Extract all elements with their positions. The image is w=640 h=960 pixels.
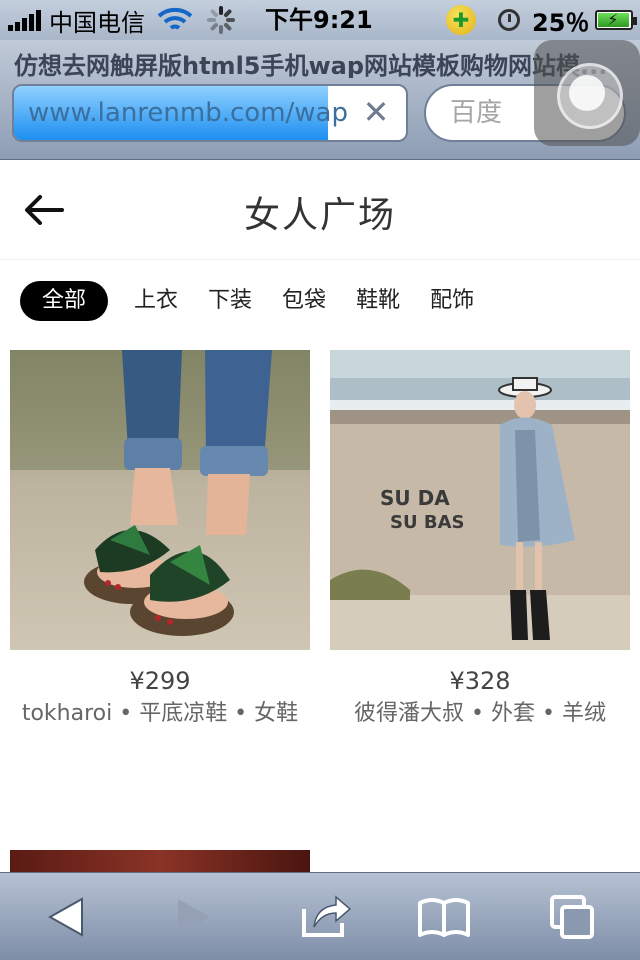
clear-url-icon[interactable]: ✕ [360, 96, 392, 128]
battery-percent: 25％ [532, 8, 590, 37]
tab-tops[interactable]: 上衣 [134, 281, 178, 321]
url-text[interactable]: www.lanrenmb.com/wap [28, 86, 358, 140]
product-price: ¥299 [129, 667, 191, 695]
product-price: ¥328 [449, 667, 511, 695]
bookmarks-icon[interactable] [416, 891, 472, 943]
loading-spinner-icon [207, 6, 235, 34]
carrier-name: 中国电信 [49, 8, 145, 37]
category-tabs: 全部 上衣 下装 包袋 鞋靴 配饰 [0, 262, 640, 340]
browser-page-title: 仿想去网触屏版html5手机wap网站模板购物网站模... [14, 52, 608, 78]
tab-all[interactable]: 全部 [20, 281, 109, 321]
share-icon[interactable] [298, 891, 354, 943]
browser-address-bar: 仿想去网触屏版html5手机wap网站模板购物网站模... www.lanren… [0, 40, 640, 160]
svg-text:SU BAS: SU BAS [390, 512, 464, 533]
forward-icon[interactable] [166, 891, 222, 943]
wifi-icon [157, 7, 193, 33]
product-image-coat[interactable]: SU DA SU BAS [330, 350, 630, 650]
back-icon[interactable] [42, 891, 98, 943]
browser-toolbar [0, 872, 640, 960]
product-card[interactable]: SU DA SU BAS ¥328 彼得潘大叔 • 外套 • 羊绒 [330, 350, 630, 730]
tab-shoes[interactable]: 鞋靴 [356, 281, 400, 321]
status-time: 下午9:21 [265, 6, 373, 34]
product-card[interactable] [10, 850, 310, 872]
360-safe-icon: ✚ [446, 5, 476, 35]
status-bar: 中国电信 下午9:21 ✚ 25％ ⚡ [0, 0, 640, 40]
page-header: 女人广场 [0, 160, 640, 260]
tab-bottoms[interactable]: 下装 [208, 281, 252, 321]
signal-icon [8, 9, 41, 31]
product-description: tokharoi • 平底凉鞋 • 女鞋 [21, 701, 299, 726]
tab-bags[interactable]: 包袋 [282, 281, 326, 321]
alarm-clock-icon [498, 9, 520, 31]
product-image-partial[interactable] [10, 850, 310, 872]
product-description: 彼得潘大叔 • 外套 • 羊绒 [354, 701, 606, 726]
tabs-icon[interactable] [544, 891, 600, 943]
battery-charging-icon: ⚡ [595, 10, 638, 30]
page-title: 女人广场 [243, 195, 396, 236]
url-field[interactable]: www.lanrenmb.com/wap ✕ [12, 84, 408, 142]
product-image-sandals[interactable] [10, 350, 310, 650]
assistive-touch-button[interactable] [534, 40, 640, 146]
search-placeholder: 百度 [450, 98, 503, 128]
product-card[interactable]: ¥299 tokharoi • 平底凉鞋 • 女鞋 [10, 350, 310, 730]
svg-text:SU DA: SU DA [380, 486, 450, 510]
tab-accessories[interactable]: 配饰 [430, 281, 474, 321]
